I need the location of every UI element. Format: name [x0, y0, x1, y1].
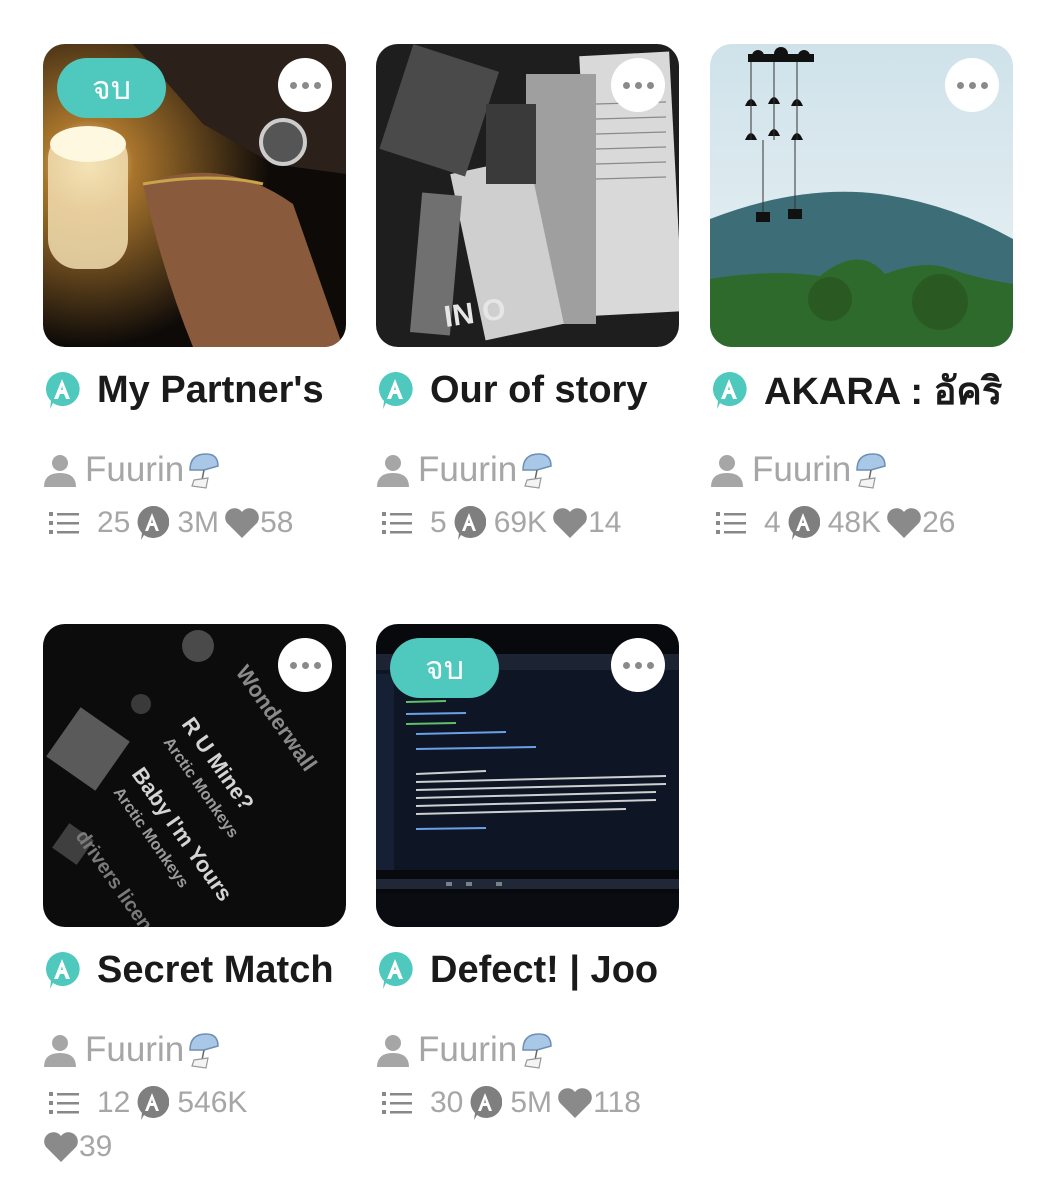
story-cover[interactable]: จบ — [376, 624, 679, 927]
author[interactable]: Fuurin — [376, 450, 555, 490]
list-icon — [49, 1092, 79, 1114]
more-dots-icon[interactable] — [278, 58, 332, 112]
person-icon — [377, 1035, 409, 1067]
author[interactable]: Fuurin — [43, 450, 222, 490]
story-stats: 4 48K 26 — [716, 504, 960, 542]
chapter-count: 30 — [430, 1086, 464, 1119]
more-dots-icon[interactable] — [611, 638, 665, 692]
author-name[interactable]: Fuurin — [85, 1030, 184, 1070]
more-dots-icon[interactable] — [611, 58, 665, 112]
a-tag-icon — [46, 951, 80, 989]
view-count-icon — [137, 1085, 170, 1120]
wind-chime-icon — [189, 1033, 219, 1069]
story-card[interactable]: จบ My Partner's Fuurin 25 3M 58 — [43, 44, 346, 540]
completed-badge: จบ — [390, 638, 499, 698]
a-tag-icon — [379, 371, 413, 409]
story-title[interactable]: Defect! | Joo — [430, 949, 658, 992]
a-tag-icon — [379, 951, 413, 989]
story-cover[interactable]: R U Mine? Arctic Monkeys Baby I'm Yours … — [43, 624, 346, 927]
more-dots-icon[interactable] — [945, 58, 999, 112]
author[interactable]: Fuurin — [710, 450, 889, 490]
list-icon — [716, 512, 746, 534]
story-card[interactable]: IN O Our of story Fuurin 5 69K 14 — [376, 44, 679, 540]
story-stats: 25 3M 58 — [49, 504, 298, 542]
list-icon — [49, 512, 79, 534]
wind-chime-icon — [522, 1033, 552, 1069]
a-tag-icon — [713, 371, 747, 409]
story-title[interactable]: Our of story — [430, 369, 647, 412]
view-count-icon — [470, 1085, 503, 1120]
list-icon — [382, 1092, 412, 1114]
view-count-icon — [454, 505, 486, 540]
story-stats: 12 546K — [49, 1084, 252, 1122]
view-count: 546K — [177, 1086, 248, 1119]
view-count: 3M — [177, 506, 220, 539]
story-stats: 5 69K 14 — [382, 504, 626, 542]
chapter-count: 25 — [97, 506, 131, 539]
chapter-count: 5 — [430, 506, 447, 539]
view-count: 48K — [827, 506, 882, 539]
completed-badge: จบ — [57, 58, 166, 118]
heart-icon — [553, 508, 587, 538]
author-name[interactable]: Fuurin — [752, 450, 851, 490]
like-count: 26 — [922, 506, 956, 539]
author[interactable]: Fuurin — [376, 1030, 555, 1070]
story-card[interactable]: AKARA : อัคริ Fuurin 4 48K 26 — [710, 44, 1013, 540]
author-name[interactable]: Fuurin — [85, 450, 184, 490]
person-icon — [377, 455, 409, 487]
author-name[interactable]: Fuurin — [418, 450, 517, 490]
like-count: 58 — [260, 506, 294, 539]
author-name[interactable]: Fuurin — [418, 1030, 517, 1070]
view-count-icon — [137, 505, 170, 540]
like-count: 118 — [593, 1086, 641, 1119]
story-stats: 30 5M 118 — [382, 1084, 646, 1122]
a-tag-icon — [46, 371, 80, 409]
wind-chime-icon — [522, 453, 552, 489]
view-count-icon — [788, 505, 820, 540]
wind-chime-icon — [189, 453, 219, 489]
heart-icon — [558, 1088, 592, 1118]
author[interactable]: Fuurin — [43, 1030, 222, 1070]
like-count: 14 — [588, 506, 622, 539]
view-count: 69K — [493, 506, 548, 539]
person-icon — [711, 455, 743, 487]
story-cover[interactable] — [710, 44, 1013, 347]
like-count: 39 — [79, 1130, 113, 1163]
wind-chime-icon — [856, 453, 886, 489]
list-icon — [382, 512, 412, 534]
story-cover[interactable]: IN O — [376, 44, 679, 347]
heart-icon — [887, 508, 921, 538]
chapter-count: 12 — [97, 1086, 131, 1119]
story-cover[interactable]: จบ — [43, 44, 346, 347]
story-likes: 39 — [43, 1128, 112, 1166]
chapter-count: 4 — [764, 506, 781, 539]
story-title[interactable]: My Partner's — [97, 369, 324, 412]
more-dots-icon[interactable] — [278, 638, 332, 692]
story-card[interactable]: จบ Defect! | Joo Fuurin 30 5M 118 — [376, 624, 679, 1120]
story-title[interactable]: AKARA : อัคริ — [764, 360, 1002, 421]
heart-icon — [225, 508, 259, 538]
view-count: 5M — [510, 1086, 553, 1119]
story-title[interactable]: Secret Match — [97, 949, 334, 992]
person-icon — [44, 1035, 76, 1067]
story-card[interactable]: R U Mine? Arctic Monkeys Baby I'm Yours … — [43, 624, 346, 1163]
person-icon — [44, 455, 76, 487]
heart-icon — [44, 1132, 78, 1162]
